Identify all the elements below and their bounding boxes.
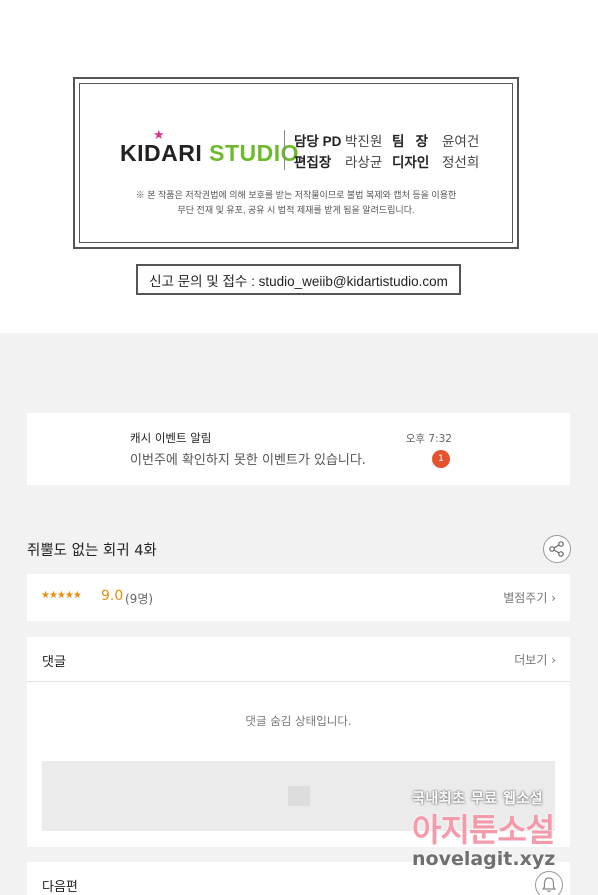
credits-row: 편집장 라상균 디자인 정선희 bbox=[294, 155, 480, 170]
rating-score: 9.0 bbox=[101, 588, 124, 604]
episode-title: 쥐뿔도 없는 회귀 4화 bbox=[27, 543, 157, 559]
kidari-studio-logo: ★ KIDARI STUDIO bbox=[120, 127, 300, 166]
credits-box: ★ KIDARI STUDIO 담당 PD 박진원 팀 장 윤여건 편집장 라상… bbox=[73, 77, 519, 249]
share-icon bbox=[549, 541, 564, 557]
image-placeholder-icon bbox=[288, 786, 310, 806]
rate-button[interactable]: 별점주기 › bbox=[503, 589, 556, 606]
report-contact: 신고 문의 및 접수 : studio_weiib@kidartistudio.… bbox=[136, 264, 461, 295]
credits-staff-list: 담당 PD 박진원 팀 장 윤여건 편집장 라상균 디자인 정선희 bbox=[294, 131, 479, 173]
cash-event-notification[interactable]: 캐시 이벤트 알림 이번주에 확인하지 못한 이벤트가 있습니다. 오후 7:3… bbox=[27, 413, 570, 485]
comments-title: 댓글 bbox=[42, 655, 66, 670]
star-icon: ★ bbox=[153, 127, 166, 142]
rating-count: (9명) bbox=[125, 592, 154, 606]
comments-hidden-message: 댓글 숨김 상태입니다. bbox=[245, 714, 352, 728]
more-comments-button[interactable]: 더보기 › bbox=[514, 651, 556, 668]
credits-row: 담당 PD 박진원 팀 장 윤여건 bbox=[294, 134, 480, 149]
notification-message: 이번주에 확인하지 못한 이벤트가 있습니다. bbox=[130, 453, 366, 468]
notification-badge: 1 bbox=[432, 450, 450, 468]
credits-area: ★ KIDARI STUDIO 담당 PD 박진원 팀 장 윤여건 편집장 라상… bbox=[0, 0, 598, 333]
notification-title: 캐시 이벤트 알림 bbox=[130, 431, 212, 445]
share-button[interactable] bbox=[543, 535, 571, 563]
next-episode-title: 다음편 bbox=[42, 880, 78, 895]
copyright-notice: ※ 본 작품은 저작권법에 의해 보호를 받는 저작물이므로 불법 복제와 캡처… bbox=[135, 190, 457, 215]
notification-time: 오후 7:32 bbox=[405, 433, 452, 445]
star-rating-icon: ★★★★★ bbox=[41, 590, 82, 601]
comments-header: 댓글 더보기 › bbox=[27, 637, 570, 682]
credits-divider bbox=[284, 130, 285, 170]
rating-panel: ★★★★★ 9.0 (9명) 별점주기 › bbox=[27, 574, 570, 621]
site-watermark: 국내최초 무료 웹소설 아지툰소설 novelagit.xyz bbox=[412, 791, 556, 870]
